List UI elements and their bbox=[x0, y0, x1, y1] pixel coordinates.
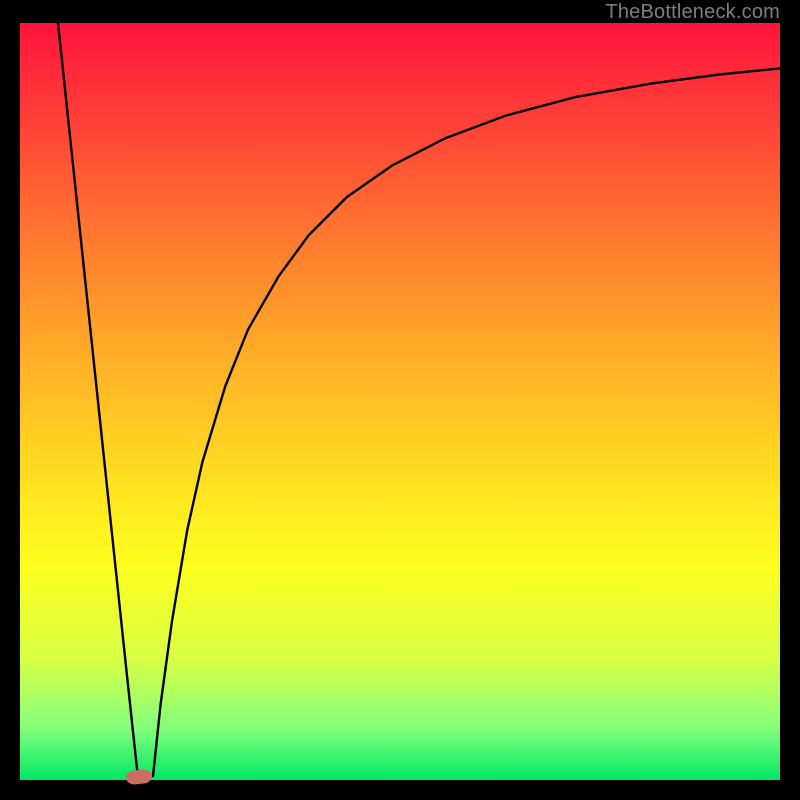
curve-right bbox=[153, 68, 780, 776]
watermark: TheBottleneck.com bbox=[605, 1, 780, 24]
plot-area bbox=[20, 23, 780, 780]
optimum-marker bbox=[126, 769, 153, 786]
chart-root: { "watermark": "TheBottleneck.com", "cha… bbox=[0, 0, 800, 800]
curve-left bbox=[58, 23, 138, 776]
curve-svg bbox=[20, 23, 780, 780]
